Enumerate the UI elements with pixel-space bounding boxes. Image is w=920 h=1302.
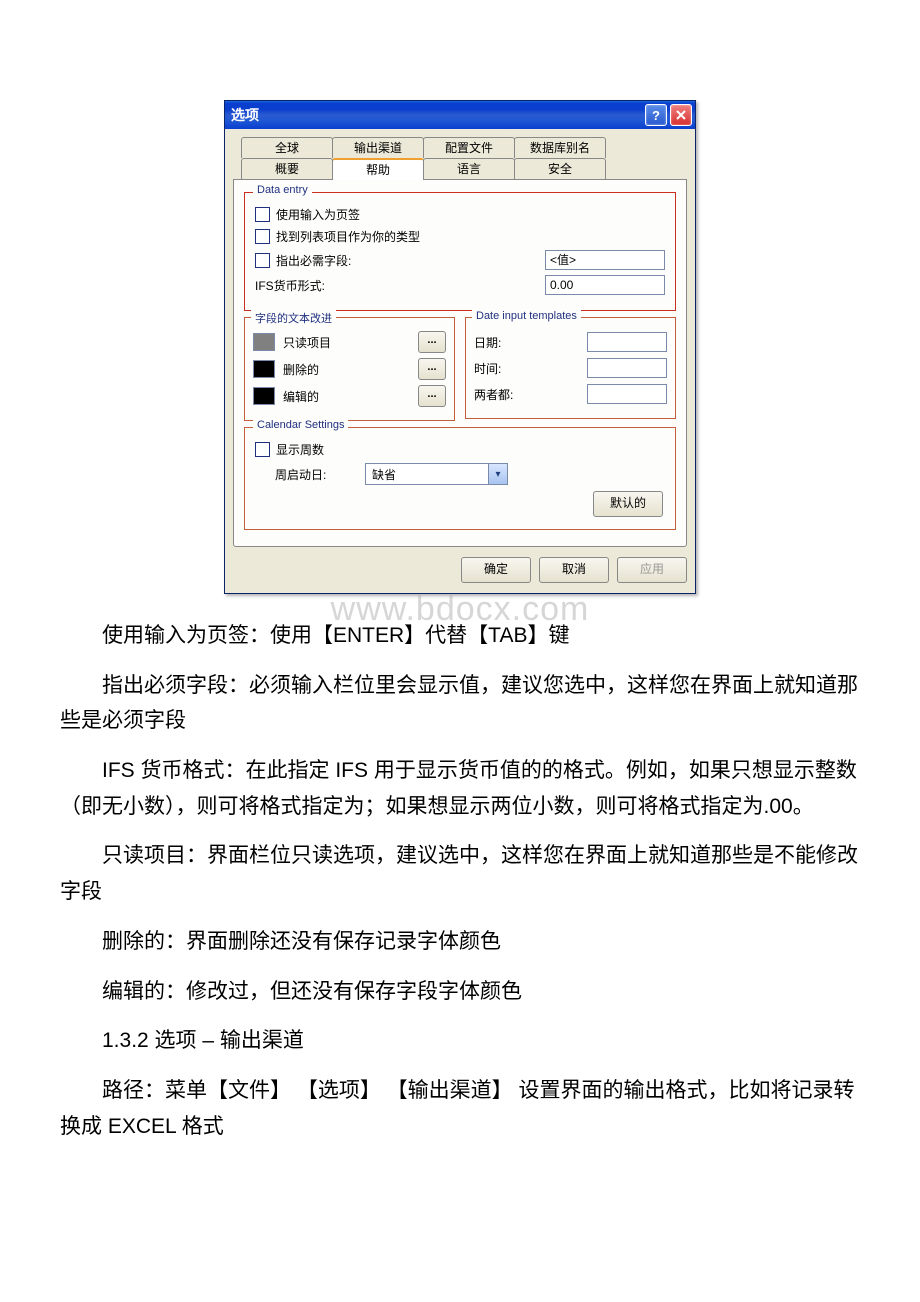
label-readonly: 只读项目 (283, 334, 418, 351)
tab-config[interactable]: 配置文件 (423, 137, 515, 158)
tab-help[interactable]: 帮助 (332, 158, 424, 180)
label-time: 时间: (474, 360, 501, 377)
label-currency: IFS货币形式: (255, 277, 325, 294)
label-week-start: 周启动日: (275, 466, 365, 483)
para-8: 路径：菜单【文件】 【选项】 【输出渠道】 设置界面的输出格式，比如将记录转换成… (60, 1073, 860, 1144)
legend-data-entry: Data entry (253, 184, 312, 196)
fieldset-text-improve: 字段的文本改进 只读项目 ... 删除的 ... (244, 317, 455, 421)
tab-security[interactable]: 安全 (514, 158, 606, 179)
legend-text-improve: 字段的文本改进 (251, 310, 336, 326)
combo-week-start[interactable]: 缺省 ▾ (365, 463, 508, 485)
cancel-button[interactable]: 取消 (539, 557, 609, 583)
legend-calendar: Calendar Settings (253, 419, 348, 431)
label-use-enter: 使用输入为页签 (276, 206, 360, 223)
input-currency-value[interactable]: 0.00 (545, 275, 665, 295)
browse-readonly[interactable]: ... (418, 331, 446, 353)
label-both: 两者都: (474, 386, 513, 403)
label-date: 日期: (474, 334, 501, 351)
para-3: IFS 货币格式：在此指定 IFS 用于显示货币值的的格式。例如，如果只想显示整… (60, 753, 860, 824)
close-button[interactable] (670, 104, 692, 126)
label-show-week: 显示周数 (276, 441, 324, 458)
browse-edited[interactable]: ... (418, 385, 446, 407)
checkbox-show-week[interactable] (255, 442, 270, 457)
para-6: 编辑的：修改过，但还没有保存字段字体颜色 (60, 974, 860, 1010)
checkbox-required[interactable] (255, 253, 270, 268)
para-2: 指出必须字段：必须输入栏位里会显示值，建议您选中，这样您在界面上就知道那些是必须… (60, 668, 860, 739)
para-7: 1.3.2 选项 – 输出渠道 (60, 1023, 860, 1059)
color-edited[interactable] (253, 387, 275, 405)
dialog-title: 选项 (231, 105, 259, 125)
label-deleted: 删除的 (283, 361, 418, 378)
input-date[interactable] (587, 332, 667, 352)
tab-global[interactable]: 全球 (241, 137, 333, 158)
apply-button[interactable]: 应用 (617, 557, 687, 583)
chevron-down-icon[interactable]: ▾ (488, 464, 507, 484)
browse-deleted[interactable]: ... (418, 358, 446, 380)
label-find-list: 找到列表项目作为你的类型 (276, 228, 420, 245)
tab-language[interactable]: 语言 (423, 158, 515, 179)
checkbox-find-list[interactable] (255, 229, 270, 244)
color-readonly[interactable] (253, 333, 275, 351)
help-button[interactable]: ? (645, 104, 667, 126)
default-button[interactable]: 默认的 (593, 491, 663, 517)
ok-button[interactable]: 确定 (461, 557, 531, 583)
input-required-value[interactable]: <值> (545, 250, 665, 270)
input-time[interactable] (587, 358, 667, 378)
label-edited: 编辑的 (283, 388, 418, 405)
tab-overview[interactable]: 概要 (241, 158, 333, 179)
fieldset-date-templates: Date input templates 日期: 时间: 两者都: (465, 317, 676, 419)
tab-output[interactable]: 输出渠道 (332, 137, 424, 158)
para-5: 删除的：界面删除还没有保存记录字体颜色 (60, 924, 860, 960)
legend-date-templates: Date input templates (472, 310, 581, 322)
fieldset-data-entry: Data entry 使用输入为页签 找到列表项目作为你的类型 指出必需字段: (244, 192, 676, 311)
label-required: 指出必需字段: (276, 252, 351, 269)
para-4: 只读项目：界面栏位只读选项，建议选中，这样您在界面上就知道那些是不能修改字段 (60, 838, 860, 909)
options-dialog: 选项 ? 全球 输出渠道 配置文件 数据库别名 概要 帮助 语言 安全 (224, 100, 696, 594)
color-deleted[interactable] (253, 360, 275, 378)
combo-week-start-value: 缺省 (366, 466, 488, 483)
fieldset-calendar: Calendar Settings 显示周数 周启动日: 缺省 ▾ 默认的 (244, 427, 676, 530)
checkbox-use-enter[interactable] (255, 207, 270, 222)
tab-dbalias[interactable]: 数据库别名 (514, 137, 606, 158)
input-both[interactable] (587, 384, 667, 404)
titlebar[interactable]: 选项 ? (225, 101, 695, 129)
